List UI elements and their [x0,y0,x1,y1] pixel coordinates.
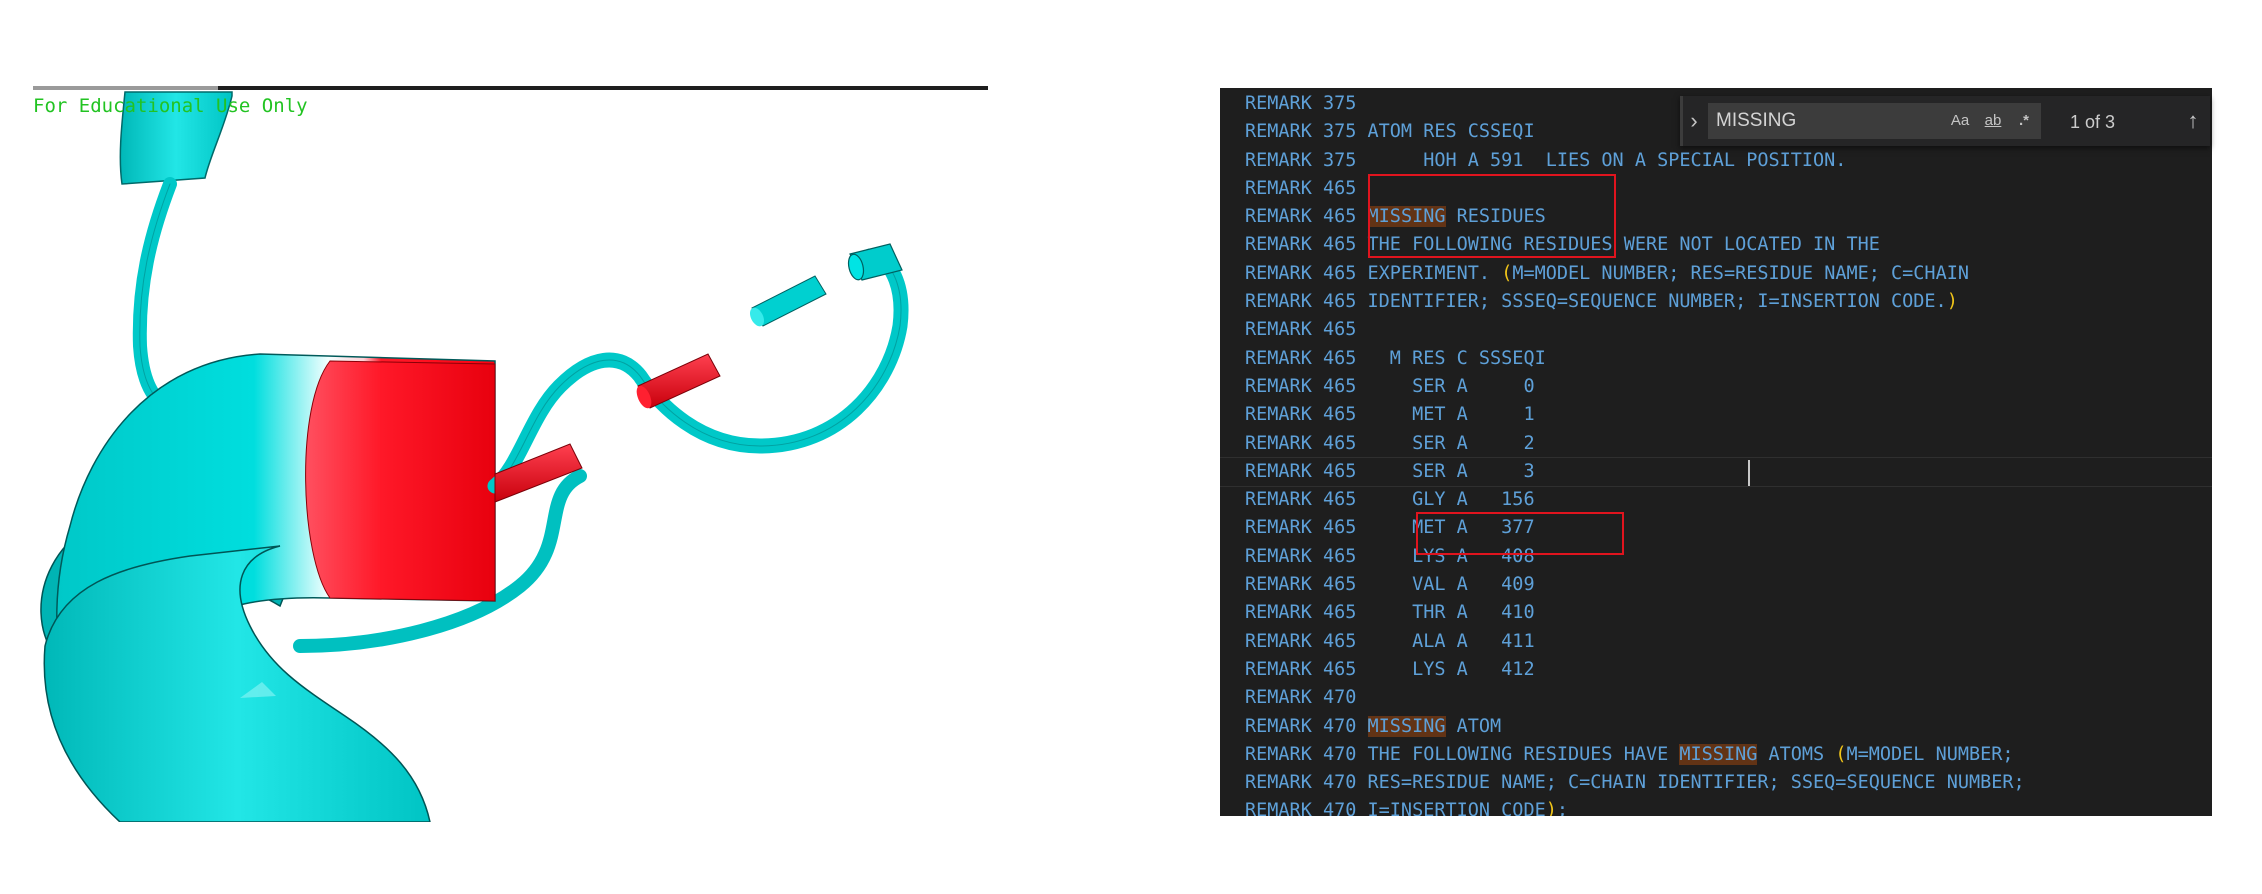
search-match-highlight: MISSING [1679,743,1758,765]
code-text: ; [1556,800,1569,816]
cyan-side-chain [749,275,827,327]
molecule-viewer[interactable]: For Educational Use Only [0,86,1000,822]
code-text: REMARK 465 ALA A 411 [1245,630,1535,652]
text-cursor [1748,460,1750,486]
code-text: REMARK 465 SER A 2 [1245,432,1535,454]
whole-word-button[interactable]: ab [1980,109,2006,133]
code-line[interactable]: REMARK 465 LYS A 412 [1245,656,2212,684]
code-line[interactable]: REMARK 465 VAL A 409 [1245,571,2212,599]
code-line[interactable]: REMARK 470 I=INSERTION CODE); [1245,797,2212,816]
protein-ribbon-render [40,91,909,822]
code-line[interactable]: REMARK 465 ALA A 411 [1245,628,2212,656]
regex-button[interactable]: .* [2012,109,2036,133]
code-text: REMARK 470 I=INSERTION CODE [1245,800,1546,816]
code-line[interactable]: REMARK 470 [1245,684,2212,712]
annotation-box-missing-residues [1368,174,1616,258]
code-line[interactable]: REMARK 465 [1245,316,2212,344]
code-line[interactable]: REMARK 465 MET A 377 [1245,514,2212,542]
search-match-highlight: MISSING [1367,715,1446,737]
bracket-token: ) [1545,800,1557,816]
code-text: REMARK 470 RES=RESIDUE NAME; C=CHAIN IDE… [1245,772,2025,794]
code-line[interactable]: REMARK 465 THR A 410 [1245,599,2212,627]
code-line[interactable]: REMARK 470 RES=RESIDUE NAME; C=CHAIN IDE… [1245,769,2212,797]
code-line[interactable]: REMARK 470 MISSING ATOM [1245,713,2212,741]
code-text: REMARK 465 MET A 1 [1245,404,1535,426]
code-line[interactable]: REMARK 465 EXPERIMENT. (M=MODEL NUMBER; … [1245,260,2212,288]
code-line[interactable]: REMARK 465 SER A 0 [1245,373,2212,401]
code-line[interactable]: REMARK 470 THE FOLLOWING RESIDUES HAVE M… [1245,741,2212,769]
code-text: REMARK 470 THE FOLLOWING RESIDUES HAVE [1245,743,1680,765]
code-text: M=MODEL NUMBER; RES=RESIDUE NAME; C=CHAI… [1512,262,1969,284]
bracket-token: ) [1946,291,1958,313]
annotation-box-met-377 [1416,512,1624,555]
code-text: REMARK 465 LYS A 412 [1245,658,1535,680]
find-input-box: Aa ab .* [1708,103,2041,139]
code-line[interactable]: REMARK 465 SER A 3 [1220,456,2212,488]
code-text: REMARK 465 THR A 410 [1245,602,1535,624]
code-text: ATOMS [1757,743,1836,765]
bracket-token: ( [1501,262,1513,284]
code-text: REMARK 465 EXPERIMENT. [1245,262,1502,284]
arrow-up-icon[interactable]: ↑ [2180,96,2206,146]
code-line[interactable]: REMARK 465 SER A 2 [1245,430,2212,458]
code-line[interactable]: REMARK 465 M RES C SSSEQI [1245,345,2212,373]
code-text: REMARK 375 HOH A 591 LIES ON A SPECIAL P… [1245,149,1847,171]
code-text: REMARK 375 ATOM RES CSSEQI [1245,121,1535,143]
code-text: REMARK 465 M RES C SSSEQI [1245,347,1546,369]
code-text: REMARK 375 [1245,93,1357,114]
code-text: REMARK 465 SER A 3 [1245,460,1535,482]
code-text: REMARK 465 [1245,319,1357,341]
code-line[interactable]: REMARK 465 GLY A 156 [1245,486,2212,514]
code-text: REMARK 470 [1245,715,1368,737]
code-text: REMARK 465 VAL A 409 [1245,574,1535,596]
code-text: REMARK 470 [1245,687,1357,709]
code-text: M=MODEL NUMBER; [1846,743,2014,765]
bracket-token: ( [1835,743,1847,765]
red-side-chain-upper [636,353,721,409]
code-text: REMARK 465 GLY A 156 [1245,489,1535,511]
match-case-button[interactable]: Aa [1948,109,1972,133]
watermark-text: For Educational Use Only [33,95,308,117]
chevron-right-icon[interactable]: › [1680,96,1705,146]
find-result-count: 1 of 3 [2070,112,2116,132]
code-text: REMARK 465 [1245,206,1368,228]
highlighted-residue-helix [305,360,496,602]
code-text: REMARK 465 SER A 0 [1245,375,1535,397]
code-line[interactable]: REMARK 465 IDENTIFIER; SSSEQ=SEQUENCE NU… [1245,288,2212,316]
code-line[interactable]: REMARK 375 HOH A 591 LIES ON A SPECIAL P… [1245,147,2212,175]
find-widget: › Aa ab .* 1 of 3 ↑ [1680,96,2210,146]
code-text: ATOM [1445,715,1502,737]
find-input[interactable] [1716,103,1936,139]
code-line[interactable]: REMARK 465 MET A 1 [1245,401,2212,429]
code-line[interactable]: REMARK 465 LYS A 408 [1245,543,2212,571]
code-text: REMARK 465 [1245,177,1357,199]
code-text: REMARK 465 IDENTIFIER; SSSEQ=SEQUENCE NU… [1245,291,1947,313]
